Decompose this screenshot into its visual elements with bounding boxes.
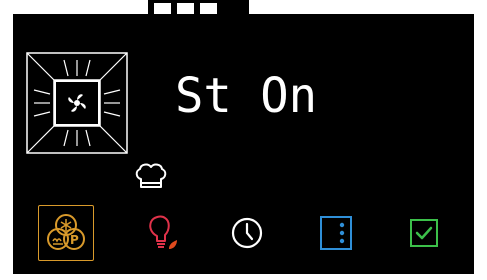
fan-icon <box>54 80 100 126</box>
timer-button[interactable] <box>219 205 275 261</box>
vertical-menu-icon <box>320 216 352 250</box>
status-text: St On <box>175 70 317 120</box>
chef-hat-icon <box>135 163 167 188</box>
options-button[interactable] <box>308 205 364 261</box>
status-text-display: St On <box>175 70 317 120</box>
mode-button[interactable]: P <box>38 205 94 261</box>
lamp-eco-icon <box>149 215 177 249</box>
checkmark-icon <box>410 219 438 247</box>
clock-icon <box>231 217 263 249</box>
mode-combo-icon: P <box>47 214 85 250</box>
top-tab-indicator <box>148 0 249 14</box>
light-button[interactable] <box>133 205 189 261</box>
svg-text:P: P <box>70 233 79 247</box>
confirm-button[interactable] <box>396 205 452 261</box>
